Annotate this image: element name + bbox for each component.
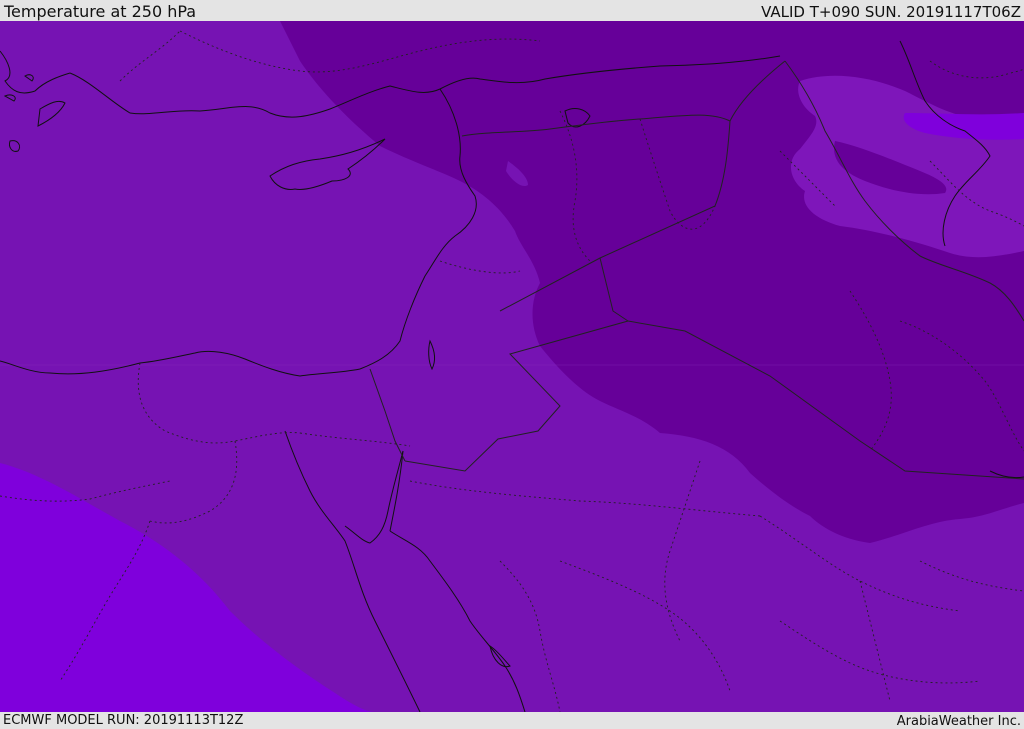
map-title: Temperature at 250 hPa (4, 2, 197, 21)
temperature-map (0, 21, 1024, 712)
model-run-label: ECMWF MODEL RUN: 20191113T12Z (3, 713, 244, 728)
header-bar: Temperature at 250 hPa VALID T+090 SUN. … (0, 0, 1024, 21)
valid-time-label: VALID T+090 SUN. 20191117T06Z (761, 3, 1021, 21)
credit-label: ArabiaWeather Inc. (896, 714, 1021, 729)
forecast-map-page: Temperature at 250 hPa VALID T+090 SUN. … (0, 0, 1024, 729)
footer-bar: ECMWF MODEL RUN: 20191113T12Z ArabiaWeat… (0, 712, 1024, 729)
